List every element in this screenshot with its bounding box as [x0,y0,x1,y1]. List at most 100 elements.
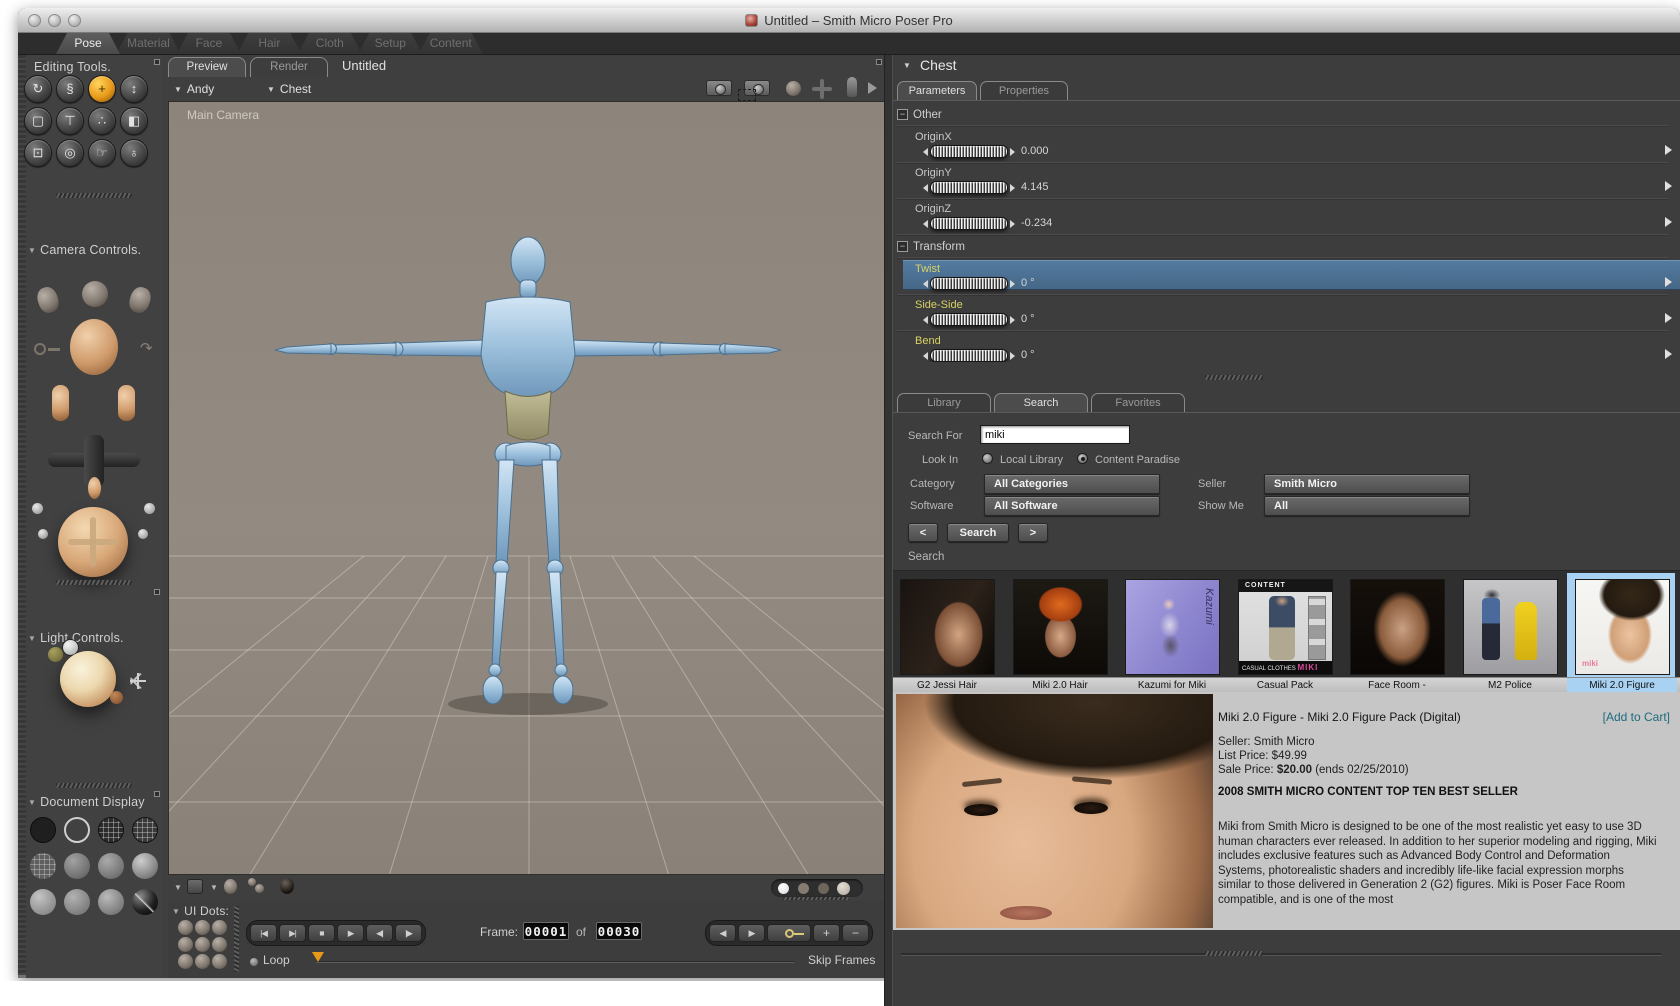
ui-dot-4[interactable] [178,937,193,952]
light-dot-brown-icon[interactable] [110,691,123,704]
param-side-side-value[interactable]: 0 ° [1021,313,1035,325]
result-caption-3[interactable]: Kazumi for Miki [1116,680,1228,691]
grouping-tool-button[interactable]: ⊡ [24,139,52,167]
timeline-marker[interactable] [312,952,324,962]
play-button[interactable]: ▶ [337,924,364,942]
search-input[interactable] [980,425,1130,444]
camera-dot-left-top-icon[interactable] [32,503,43,514]
panel-vertical-divider[interactable] [884,55,893,1006]
display-hidden-line-icon[interactable] [132,817,158,843]
twist-tool-button[interactable]: § [56,75,84,103]
collapse-triangle-icon[interactable]: ▼ [28,634,36,643]
next-keyframe-button[interactable]: ▶ [738,924,765,942]
ui-dot-3[interactable] [212,920,227,935]
ui-dot-7[interactable] [178,954,193,969]
library-scrollbar-track[interactable] [901,953,1661,956]
taper-tool-button[interactable]: ⊤ [56,107,84,135]
collapse-triangle-icon[interactable]: ▼ [28,246,36,255]
tab-cloth[interactable]: Cloth [298,33,362,54]
display-sketch-icon[interactable] [132,889,158,915]
result-thumb-miki-figure-selected[interactable]: miki [1575,579,1670,675]
param-originy-expand-icon[interactable] [1665,181,1672,191]
result-thumb-g2-jessi-hair[interactable] [900,579,995,675]
tab-library[interactable]: Library [897,393,991,412]
titlebar[interactable]: Untitled – Smith Micro Poser Pro [18,8,1680,33]
display-smooth-shaded-icon[interactable] [30,889,56,915]
right-move-hand-icon[interactable] [118,385,135,421]
ui-dots-splitter[interactable] [234,906,239,972]
ui-dot-5[interactable] [195,937,210,952]
move-cross-icon[interactable] [812,79,832,99]
local-library-radio[interactable] [982,453,993,464]
color-tool-button[interactable]: ◧ [120,107,148,135]
result-thumb-kazumi[interactable]: Kazumi [1125,579,1220,675]
sidebar-divider-handle-3[interactable] [56,783,132,788]
hand-tool-icon[interactable] [847,77,857,97]
param-twist-expand-icon[interactable] [1665,277,1672,287]
parameters-collapse-triangle-icon[interactable]: ▼ [903,61,911,70]
param-side-side-dial[interactable] [923,313,1015,326]
category-dropdown[interactable]: All Categories [984,474,1160,494]
multi-ball-icon[interactable] [248,878,256,886]
animating-camera-key-icon[interactable] [34,343,46,355]
sidebar-divider-handle[interactable] [56,193,132,198]
light-controls-collapse-box[interactable] [154,589,160,595]
tracking-menu-icon[interactable]: ▼ [210,883,218,892]
last-frame-button[interactable]: ▶| [279,924,306,942]
silhouette-ball-icon[interactable] [280,878,294,894]
tab-content[interactable]: Content [419,33,483,54]
stop-button[interactable]: ■ [308,924,335,942]
collapse-triangle-icon[interactable]: ▼ [172,907,180,916]
pointing-hand-icon[interactable] [88,477,101,499]
param-side-side-expand-icon[interactable] [1665,313,1672,323]
style-dot[interactable] [798,882,809,894]
result-caption-2[interactable]: Miki 2.0 Hair [1004,680,1116,691]
tab-material[interactable]: Material [116,33,180,54]
tracking-ball-icon[interactable] [224,879,237,894]
param-twist-value[interactable]: 0 ° [1021,277,1035,289]
param-originx-dial[interactable] [923,145,1015,158]
sidebar-divider-handle-2[interactable] [56,580,132,585]
right-hand-camera-icon[interactable] [126,284,154,316]
morphing-tool-button[interactable]: ∴ [88,107,116,135]
param-originz-value[interactable]: -0.234 [1021,217,1052,229]
show-me-dropdown[interactable]: All [1264,496,1470,516]
tab-hair[interactable]: Hair [237,33,301,54]
style-dot-2[interactable] [818,882,829,894]
scale-tool-button[interactable]: ▢ [24,107,52,135]
result-caption-5[interactable]: Face Room - [1341,680,1453,691]
result-thumb-casual-pack[interactable]: CONTENT CASUAL CLOTHES MIKI [1238,579,1333,675]
result-caption-1[interactable]: G2 Jessi Hair [891,680,1003,691]
library-scrollbar-handle[interactable] [1205,951,1263,956]
skip-frames-label[interactable]: Skip Frames [808,953,875,967]
light-globe-icon[interactable] [60,651,116,707]
trackball-mini-icon[interactable] [786,81,801,96]
tab-search[interactable]: Search [994,393,1088,412]
step-back-button[interactable]: ◀| [366,924,393,942]
camera-dot-right-top-icon[interactable] [144,503,155,514]
param-originy-dial[interactable] [923,181,1015,194]
loop-label[interactable]: Loop [263,953,290,967]
timeline-track[interactable] [316,961,794,963]
editing-tools-collapse-box[interactable] [154,59,160,65]
translate-in-out-tool-button[interactable]: ↕ [120,75,148,103]
content-paradise-radio[interactable] [1077,453,1088,464]
face-camera-icon[interactable] [82,281,108,307]
delete-keyframe-button[interactable]: − [842,924,869,942]
result-caption-7-selected[interactable]: Miki 2.0 Figure [1566,680,1678,691]
param-bend-expand-icon[interactable] [1665,349,1672,359]
mannequin-figure[interactable] [274,236,782,705]
step-forward-button[interactable]: |▶ [395,924,422,942]
result-thumb-m2-police[interactable] [1463,579,1558,675]
add-to-cart-link[interactable]: [Add to Cart] [1603,710,1670,724]
param-originz-expand-icon[interactable] [1665,217,1672,227]
local-library-label[interactable]: Local Library [1000,454,1063,466]
group-transform-collapse-box[interactable]: − [897,241,908,252]
next-page-button[interactable]: > [1018,523,1048,542]
result-thumb-face-room[interactable] [1350,579,1445,675]
display-flat-shaded-icon[interactable] [64,853,90,879]
total-frames-counter[interactable]: 00030 [596,922,642,940]
content-paradise-label[interactable]: Content Paradise [1095,454,1180,466]
direct-manipulation-tool-button[interactable]: ☞ [88,139,116,167]
current-frame-counter[interactable]: 00001 [523,922,569,940]
